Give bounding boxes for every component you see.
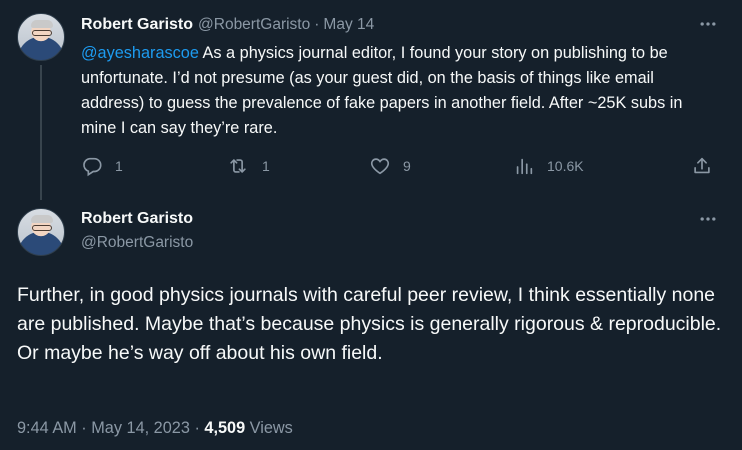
retweet-icon (226, 155, 250, 177)
views-count: 10.6K (547, 158, 584, 174)
separator-dot: · (81, 419, 87, 437)
separator-dot: · (194, 419, 200, 437)
heart-icon (369, 155, 391, 177)
like-count: 9 (403, 158, 411, 174)
reply-icon (81, 155, 103, 177)
analytics-icon (513, 155, 535, 177)
focal-tweet[interactable]: Robert Garisto @RobertGaristo Further, i… (0, 193, 742, 450)
tweet-date[interactable]: May 14 (323, 16, 374, 34)
separator-dot: · (314, 16, 320, 33)
author-name[interactable]: Robert Garisto (81, 16, 193, 34)
parent-tweet[interactable]: Robert Garisto @RobertGaristo · May 14 @… (0, 0, 742, 200)
views-count[interactable]: 4,509 (204, 419, 245, 437)
tweet-text: Further, in good physics journals with c… (17, 284, 722, 364)
author-avatar[interactable] (17, 208, 65, 256)
author-avatar[interactable] (17, 13, 65, 61)
retweet-button[interactable]: 1 (226, 155, 270, 177)
share-button[interactable] (691, 155, 713, 177)
author-name[interactable]: Robert Garisto (81, 210, 193, 228)
tweet-time[interactable]: 9:44 AM (17, 419, 77, 437)
thread-connector-line (40, 65, 42, 200)
more-icon[interactable] (698, 14, 718, 34)
like-button[interactable]: 9 (369, 155, 411, 177)
views-label: Views (249, 419, 293, 437)
tweet-date[interactable]: May 14, 2023 (91, 419, 190, 437)
tweet-header: Robert Garisto @RobertGaristo · May 14 (81, 14, 374, 36)
retweet-count: 1 (262, 158, 270, 174)
tweet-actions: 1 1 9 10.6K (81, 155, 721, 179)
reply-count: 1 (115, 158, 123, 174)
more-icon[interactable] (698, 209, 718, 229)
mention-link[interactable]: @ayesharascoe (81, 44, 199, 62)
author-handle[interactable]: @RobertGaristo (81, 234, 193, 252)
tweet-text: @ayesharascoe As a physics journal edito… (81, 41, 721, 141)
author-handle[interactable]: @RobertGaristo (198, 16, 310, 34)
tweet-meta: 9:44 AM · May 14, 2023 · 4,509 Views (17, 419, 293, 438)
views-button[interactable]: 10.6K (513, 155, 584, 177)
reply-button[interactable]: 1 (81, 155, 123, 177)
share-icon (691, 155, 713, 177)
